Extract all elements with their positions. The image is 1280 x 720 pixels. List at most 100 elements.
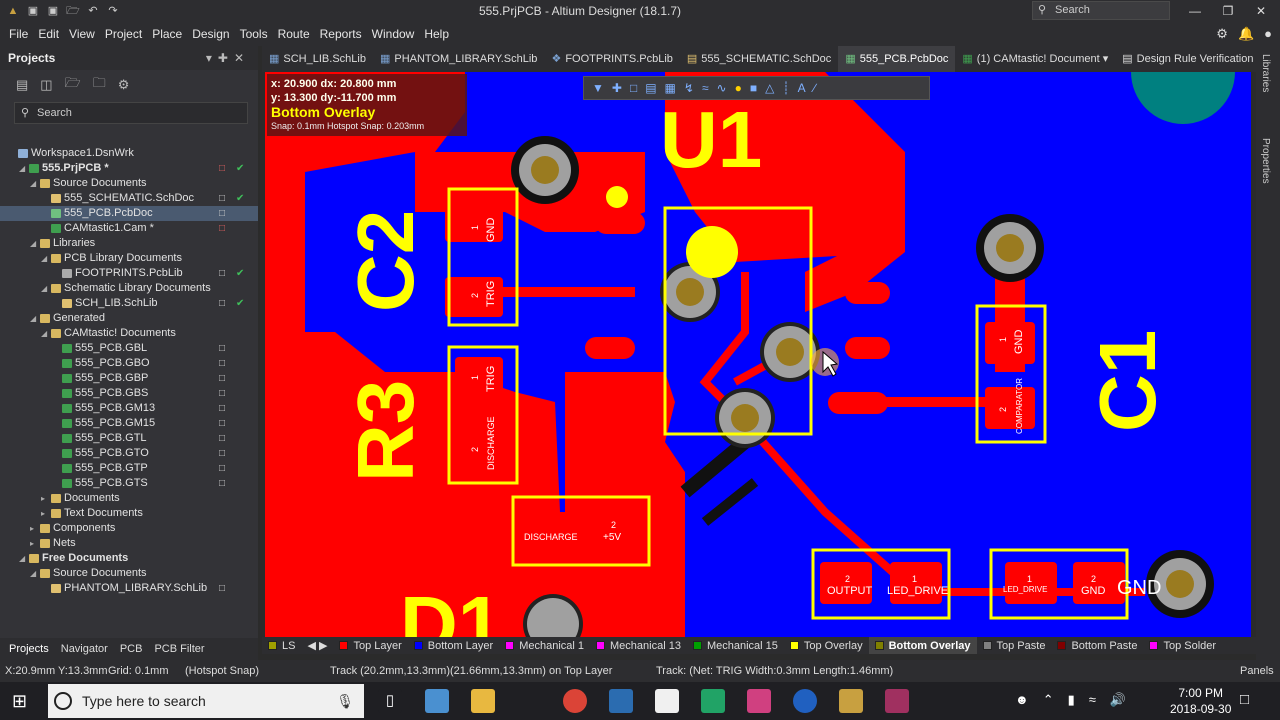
tab-drc-report[interactable]: ▤Design Rule Verification Report [1115, 46, 1258, 72]
tree-item[interactable]: ▸ Text Documents [0, 506, 258, 521]
panels-button[interactable]: Panels [1240, 665, 1274, 677]
app-icon-5[interactable] [885, 689, 909, 713]
tree-item[interactable]: ▸ Components [0, 521, 258, 536]
tree-item[interactable]: 555_PCB.GBS □ [0, 386, 258, 401]
menu-file[interactable]: File [4, 27, 33, 41]
task-view-icon[interactable]: ▯ [378, 689, 402, 713]
menu-design[interactable]: Design [187, 27, 234, 41]
menu-edit[interactable]: Edit [33, 27, 64, 41]
menu-route[interactable]: Route [273, 27, 315, 41]
microphone-icon[interactable]: 🎙 [336, 684, 354, 718]
menu-help[interactable]: Help [419, 27, 454, 41]
windows-start-icon[interactable]: ⊞ [12, 691, 32, 711]
wave-icon[interactable]: ∿ [717, 81, 727, 95]
route-icon[interactable]: ↯ [684, 81, 694, 95]
tree-item[interactable]: ◢ Source Documents [0, 566, 258, 581]
align-icon[interactable]: ▤ [645, 81, 656, 95]
maximize-button[interactable]: ❐ [1213, 2, 1243, 20]
bell-icon[interactable]: 🔔 [1238, 26, 1254, 42]
tab-projects[interactable]: Projects [4, 643, 54, 655]
tree-toggle-icon[interactable]: ▸ [30, 536, 34, 551]
tree-item[interactable]: FOOTPRINTS.PcbLib □ ✔ [0, 266, 258, 281]
tree-item[interactable]: CAMtastic1.Cam * □ [0, 221, 258, 236]
layer-tab[interactable]: Bottom Overlay [868, 637, 977, 654]
tree-item[interactable]: ▸ Documents [0, 491, 258, 506]
diff-pair-icon[interactable]: ≈ [702, 81, 709, 95]
pycharm-icon[interactable] [701, 689, 725, 713]
tree-toggle-icon[interactable]: ▸ [30, 521, 34, 536]
component-icon[interactable]: ▦ [665, 81, 676, 95]
pad-icon[interactable]: ● [735, 81, 742, 95]
tab-pcb[interactable]: PCB [115, 643, 148, 655]
tab-footprints[interactable]: ❖ FOOTPRINTS.PcbLib [544, 46, 679, 72]
tree-toggle-icon[interactable]: ▸ [41, 506, 45, 521]
layer-tab[interactable]: Bottom Paste [1051, 637, 1143, 654]
tree-toggle-icon[interactable]: ▸ [41, 491, 45, 506]
tree-toggle-icon[interactable]: ◢ [30, 176, 36, 191]
panel-controls[interactable]: ▾✚✕ [206, 51, 250, 65]
tree-toggle-icon[interactable]: ◢ [30, 236, 36, 251]
pcb-canvas[interactable]: U1 C2 R3 C1 D1 GND 1 TRIG 2 TRIG 1 DISCH… [265, 72, 1251, 638]
menu-window[interactable]: Window [367, 27, 420, 41]
layer-nav-arrows[interactable]: ◀ ▶ [301, 637, 333, 654]
tree-toggle-icon[interactable]: ◢ [41, 326, 47, 341]
minimize-button[interactable]: — [1180, 2, 1210, 20]
line-icon[interactable]: ∕ [814, 81, 816, 95]
tree-item[interactable]: Workspace1.DsnWrk [0, 146, 258, 161]
folder-closed-icon[interactable]: 🗀 [93, 74, 106, 96]
tree-item[interactable]: 555_PCB.GTO □ [0, 446, 258, 461]
app-icon-3[interactable] [655, 689, 679, 713]
tree-item[interactable]: 555_PCB.GBP □ [0, 371, 258, 386]
volume-icon[interactable]: 🔊 [1110, 692, 1126, 708]
settings-icon[interactable]: ⚙ [118, 77, 130, 93]
tree-item[interactable]: ◢ Libraries [0, 236, 258, 251]
crosshair-icon[interactable]: ✚ [612, 81, 622, 95]
layer-tab[interactable]: Top Layer [333, 637, 407, 654]
tree-toggle-icon[interactable]: ◢ [19, 161, 25, 176]
tree-toggle-icon[interactable]: ◢ [41, 281, 47, 296]
menu-reports[interactable]: Reports [315, 27, 367, 41]
layer-tab[interactable]: Top Overlay [784, 637, 869, 654]
menu-project[interactable]: Project [100, 27, 147, 41]
app-icon-2[interactable] [609, 689, 633, 713]
fill-icon[interactable]: ■ [750, 81, 757, 95]
people-icon[interactable]: ☻ [1015, 692, 1029, 708]
tab-camtastic[interactable]: ▦ (1) CAMtastic! Document ▾ [955, 46, 1115, 72]
app-icon-1[interactable] [425, 689, 449, 713]
tab-pcb-filter[interactable]: PCB Filter [149, 643, 209, 655]
app-icon-4[interactable] [747, 689, 771, 713]
polygon-icon[interactable]: △ [765, 81, 774, 95]
tree-item[interactable]: 555_PCB.GM15 □ [0, 416, 258, 431]
copy-icon[interactable]: ◫ [40, 77, 52, 93]
file-explorer-icon[interactable] [471, 689, 495, 713]
wifi-icon[interactable]: ≈ [1089, 692, 1096, 708]
tree-item[interactable]: ▸ Nets [0, 536, 258, 551]
panel-search-input[interactable]: ⚲ Search [14, 102, 248, 124]
tree-toggle-icon[interactable]: ◢ [30, 566, 36, 581]
global-search-input[interactable]: ⚲ Search [1032, 1, 1170, 20]
menu-view[interactable]: View [64, 27, 100, 41]
tree-item[interactable]: ◢ PCB Library Documents [0, 251, 258, 266]
tree-item[interactable]: PHANTOM_LIBRARY.SchLib □ [0, 581, 258, 596]
layer-tab[interactable]: Bottom Layer [408, 637, 499, 654]
libraries-panel-tab[interactable]: Libraries [1260, 54, 1271, 92]
tree-item[interactable]: 555_PCB.GBL □ [0, 341, 258, 356]
user-icon[interactable]: ● [1264, 26, 1272, 42]
tree-item[interactable]: ◢ Generated [0, 311, 258, 326]
tab-sch-lib[interactable]: ▦ SCH_LIB.SchLib [262, 46, 373, 72]
layer-tab[interactable]: LS [262, 637, 301, 654]
layer-tab[interactable]: Mechanical 13 [590, 637, 687, 654]
layer-tab[interactable]: Mechanical 1 [499, 637, 590, 654]
tab-navigator[interactable]: Navigator [56, 643, 113, 655]
tree-item[interactable]: SCH_LIB.SchLib □ ✔ [0, 296, 258, 311]
text-icon[interactable]: A [798, 81, 806, 95]
layer-tab[interactable]: Top Paste [977, 637, 1052, 654]
gear-icon[interactable]: ⚙ [1216, 26, 1228, 42]
notification-icon[interactable]: □ [1240, 691, 1249, 708]
maps-icon[interactable] [793, 689, 817, 713]
tree-item[interactable]: 555_PCB.GBO □ [0, 356, 258, 371]
tree-item[interactable]: 555_PCB.PcbDoc □ [0, 206, 258, 221]
menu-tools[interactable]: Tools [235, 27, 273, 41]
tree-toggle-icon[interactable]: ◢ [19, 551, 25, 566]
layer-tab[interactable]: Mechanical 15 [687, 637, 784, 654]
